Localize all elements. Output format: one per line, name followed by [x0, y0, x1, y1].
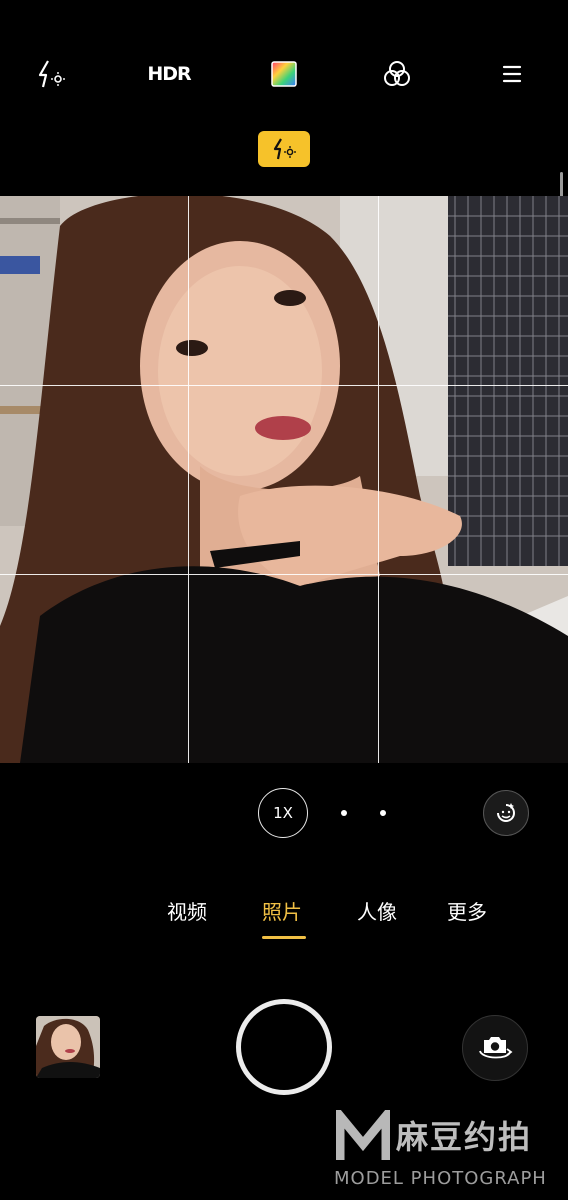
- watermark-logo: [336, 1110, 390, 1160]
- beauty-mode-button[interactable]: [483, 790, 529, 836]
- switch-camera-icon: [479, 1037, 513, 1059]
- menu-icon[interactable]: [494, 56, 530, 92]
- hdr-icon[interactable]: HDR: [147, 56, 191, 92]
- zoom-option-dot[interactable]: [341, 810, 347, 816]
- color-filter-icon[interactable]: [266, 56, 302, 92]
- zoom-button[interactable]: 1X: [258, 788, 308, 838]
- hdr-label: HDR: [147, 63, 191, 85]
- active-mode-indicator: [262, 936, 306, 939]
- flash-mode-badge[interactable]: [258, 131, 310, 167]
- face-beauty-icon: [497, 803, 515, 822]
- switch-camera-button[interactable]: [462, 1015, 528, 1081]
- mode-portrait[interactable]: 人像: [357, 896, 397, 925]
- grid-line: [0, 385, 568, 386]
- watermark-text-cn: 麻豆约拍: [396, 1118, 533, 1156]
- mode-more[interactable]: 更多: [447, 896, 487, 925]
- grid-line: [188, 196, 189, 763]
- camera-viewfinder[interactable]: [0, 196, 568, 763]
- viewfinder-scene: [0, 196, 568, 763]
- shutter-button[interactable]: [236, 999, 332, 1095]
- watermark-text-en: MODEL PHOTOGRAPH: [334, 1168, 547, 1189]
- zoom-option-dot[interactable]: [380, 810, 386, 816]
- flash-auto-icon: [273, 138, 296, 160]
- zoom-label: 1X: [273, 804, 293, 822]
- mode-video[interactable]: 视频: [167, 896, 207, 925]
- flash-auto-icon[interactable]: [32, 56, 68, 92]
- mode-photo[interactable]: 照片: [262, 896, 302, 925]
- filters-icon[interactable]: [379, 56, 415, 92]
- grid-line: [378, 196, 379, 763]
- grid-line: [0, 574, 568, 575]
- gallery-thumbnail[interactable]: [36, 1016, 100, 1078]
